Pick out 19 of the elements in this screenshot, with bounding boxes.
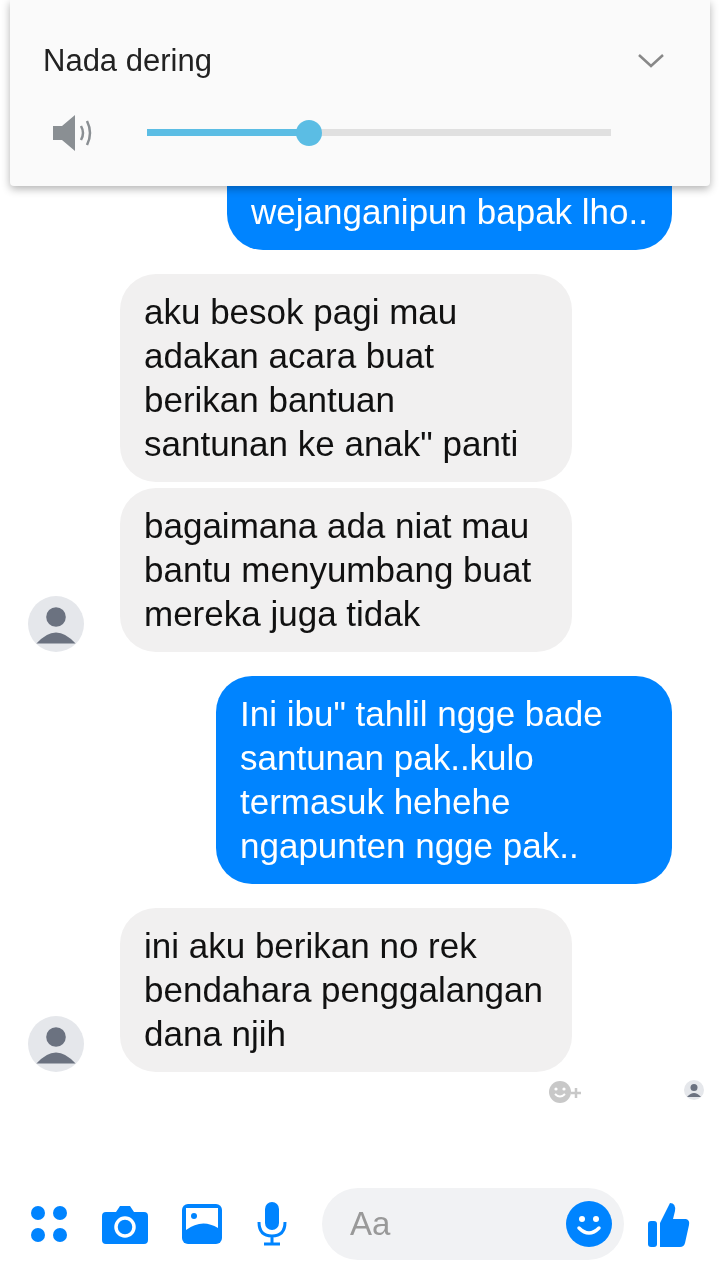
slider-thumb[interactable] (296, 119, 323, 146)
volume-title: Nada dering (43, 42, 212, 80)
volume-slider[interactable] (147, 119, 611, 146)
avatar (28, 596, 84, 652)
message-bubble: bagaimana ada niat mau bantu menyumbang buat mereka juga tidak (120, 488, 572, 652)
message-bubble: aku besok pagi mau adakan acara buat berikan bantuan santunan ke anak" panti (120, 274, 572, 482)
camera-icon[interactable] (102, 1204, 148, 1244)
avatar (684, 1080, 704, 1100)
message-field[interactable]: Aa (350, 1199, 566, 1249)
message-bubble: ini aku berikan no rek bendahara penggalangan dana njih (120, 908, 572, 1072)
message-bubble: Ini ibu" tahlil ngge bade santunan pak..kulo termasuk hehehe ngapunten ngge pak.. (216, 676, 672, 884)
chevron-down-icon[interactable] (637, 53, 665, 70)
composer-field[interactable]: Aa (322, 1188, 624, 1260)
image-icon[interactable] (182, 1204, 222, 1244)
thumbs-up-icon[interactable] (648, 1201, 690, 1247)
emoji-icon[interactable] (566, 1201, 612, 1247)
microphone-icon[interactable] (256, 1202, 288, 1246)
menu-dots-icon[interactable] (30, 1205, 68, 1243)
avatar (28, 1016, 84, 1072)
